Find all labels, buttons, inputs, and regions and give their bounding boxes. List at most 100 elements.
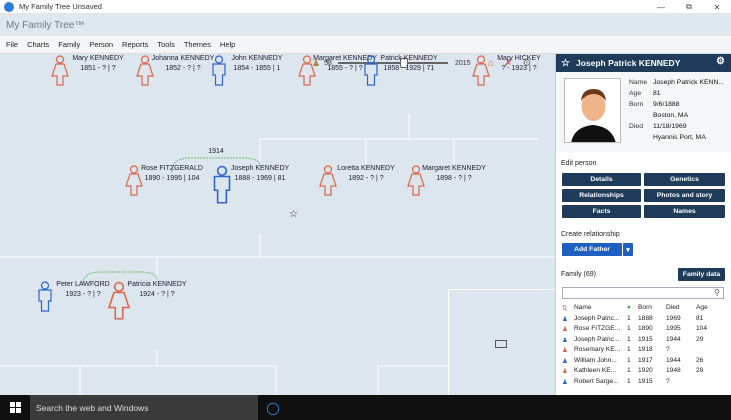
person-card[interactable]: Joseph KENNEDY 1888 - 1969 | 81 xyxy=(210,164,310,204)
table-row[interactable]: ♟ Joseph Patric... 1 1888 1969 81 xyxy=(560,314,728,325)
row-died: 1948 xyxy=(666,367,681,374)
minimap-viewport[interactable] xyxy=(495,340,507,348)
create-relationship-title: Create relationship xyxy=(561,231,620,238)
row-name: Rose FITZGE... xyxy=(574,325,621,332)
row-gen: 1 xyxy=(627,356,631,364)
female-figure-icon xyxy=(107,281,131,320)
row-age: 81 xyxy=(696,314,704,322)
male-figure-icon xyxy=(213,165,231,204)
person-card[interactable]: Rose FITZGERALD 1890 - 1995 | 104 xyxy=(122,164,222,196)
family-table-header: ⇅ Name ● Born Died Age xyxy=(560,303,728,314)
menu-help[interactable]: Help xyxy=(220,40,235,49)
add-father-button[interactable]: Add Father xyxy=(562,243,622,256)
person-info: Name Joseph Patrick KENN... Age 81 Born … xyxy=(556,72,731,152)
names-button[interactable]: Names xyxy=(644,205,725,218)
row-died: 1995 xyxy=(666,325,681,332)
photos-story-button[interactable]: Photos and story xyxy=(644,189,725,202)
maximize-button[interactable]: ⧉ xyxy=(675,0,703,14)
person-sex-icon: ♟ xyxy=(562,357,568,365)
taskbar-search[interactable]: Search the web and Windows xyxy=(30,395,258,420)
window-titlebar: My Family Tree Unsaved — ⧉ ✕ xyxy=(0,0,731,14)
menu-themes[interactable]: Themes xyxy=(184,40,211,49)
menu-reports[interactable]: Reports xyxy=(122,40,148,49)
row-gen: 1 xyxy=(627,377,631,385)
col-age[interactable]: Age xyxy=(696,304,708,311)
person-card[interactable]: Patricia KENNEDY 1924 - ? | ? xyxy=(107,280,207,320)
genetics-button[interactable]: Genetics xyxy=(644,173,725,186)
table-row[interactable]: ♟ William John... 1 1917 1944 26 xyxy=(560,356,728,367)
row-gen: 1 xyxy=(627,367,631,374)
taskbar-search-text: Search the web and Windows xyxy=(36,402,149,413)
sort-icon[interactable]: ⇅ xyxy=(562,304,568,312)
family-data-button[interactable]: Family data xyxy=(678,268,725,281)
female-figure-icon xyxy=(125,165,143,196)
female-figure-icon xyxy=(407,165,425,196)
col-marker-icon: ● xyxy=(627,304,631,311)
tree-canvas[interactable]: ♟ 58 2015 ⌂ ✗ ⚙ Mary KENNEDY 1851 - ? | ?… xyxy=(0,54,555,395)
menu-charts[interactable]: Charts xyxy=(27,40,49,49)
app-header: My Family Tree™ xyxy=(0,14,731,36)
family-table: ⇅ Name ● Born Died Age ♟ Joseph Patric...… xyxy=(560,303,728,387)
male-figure-icon xyxy=(212,55,226,86)
windows-start-button[interactable] xyxy=(0,395,30,420)
person-photo[interactable] xyxy=(564,78,621,143)
minimap[interactable] xyxy=(448,289,555,395)
info-value-died: 11/18/1969 xyxy=(653,123,687,130)
add-relationship-dropdown[interactable]: ▾ xyxy=(623,243,633,256)
menu-tools[interactable]: Tools xyxy=(157,40,175,49)
row-died: ? xyxy=(666,377,670,385)
row-name: Joseph Patric... xyxy=(574,314,620,322)
info-value-age: 81 xyxy=(653,90,661,97)
panel-settings-icon[interactable]: ⚙ xyxy=(716,56,725,67)
menu-person[interactable]: Person xyxy=(89,40,113,49)
table-row[interactable]: ♟ Rosemary KE... 1 1918? xyxy=(560,345,728,356)
person-sex-icon: ♟ xyxy=(562,368,568,375)
info-value-birthplace: Boston, MA xyxy=(653,112,689,119)
row-born: 1915 xyxy=(638,335,653,343)
table-row[interactable]: ♟ Robert Sarge... 1 1915? xyxy=(560,377,728,388)
row-name: Joseph Patric... xyxy=(574,335,620,343)
person-card[interactable]: Margaret KENNEDY 1898 - ? | ? xyxy=(404,164,504,196)
row-name: William John... xyxy=(574,356,617,364)
favorite-icon[interactable]: ☆ xyxy=(561,58,570,69)
row-age: 104 xyxy=(696,325,708,332)
col-name[interactable]: Name xyxy=(574,304,592,311)
panel-person-name: Joseph Patrick KENNEDY xyxy=(575,58,681,68)
male-figure-icon xyxy=(38,281,52,312)
table-row[interactable]: ♟ Joseph Patric... 1 1915 1944 29 xyxy=(560,335,728,346)
close-button[interactable]: ✕ xyxy=(703,0,731,14)
row-gen: 1 xyxy=(627,346,631,353)
person-card[interactable]: John KENNEDY 1854 - 1855 | 1 xyxy=(207,54,307,86)
row-born: 1920 xyxy=(638,367,653,374)
details-button[interactable]: Details xyxy=(562,173,641,186)
facts-button[interactable]: Facts xyxy=(562,205,641,218)
minimize-button[interactable]: — xyxy=(647,0,675,14)
female-figure-icon xyxy=(136,55,154,86)
row-born: 1890 xyxy=(638,325,653,332)
window-title: My Family Tree Unsaved xyxy=(19,2,102,11)
windows-logo-icon xyxy=(9,402,21,413)
col-born[interactable]: Born xyxy=(638,304,652,311)
col-died[interactable]: Died xyxy=(666,304,680,311)
panel-header: ☆ Joseph Patrick KENNEDY ⚙ xyxy=(556,54,731,72)
table-row[interactable]: ♟ Kathleen KE... 1 1920 1948 28 xyxy=(560,366,728,377)
info-label-born: Born xyxy=(629,101,644,108)
female-figure-icon xyxy=(298,55,316,86)
cortana-icon[interactable]: ◯ xyxy=(258,395,288,420)
relationships-button[interactable]: Relationships xyxy=(562,189,641,202)
info-value-name: Joseph Patrick KENN... xyxy=(653,79,725,86)
table-row[interactable]: ♟ Rose FITZGE... 1 1890 1995 104 xyxy=(560,324,728,335)
person-card[interactable]: Loretta KENNEDY 1892 - ? | ? xyxy=(316,164,416,196)
menu-file[interactable]: File xyxy=(6,40,18,49)
family-search-input[interactable]: ⚲ xyxy=(562,287,724,299)
marriage-label: 1914 xyxy=(196,147,236,157)
os-taskbar: Search the web and Windows ◯ xyxy=(0,395,731,420)
favorite-star-icon[interactable]: ☆ xyxy=(289,209,298,220)
menu-family[interactable]: Family xyxy=(58,40,80,49)
person-card[interactable]: Mary HICKEY? - 1923 | ? xyxy=(469,54,555,86)
info-label-died: Died xyxy=(629,123,643,130)
row-name: Robert Sarge... xyxy=(574,377,619,385)
person-card[interactable]: Patrick KENNEDY 1858 - 1929 | 71 xyxy=(359,54,459,86)
info-label-name: Name xyxy=(629,79,648,86)
row-born: 1915 xyxy=(638,377,653,385)
